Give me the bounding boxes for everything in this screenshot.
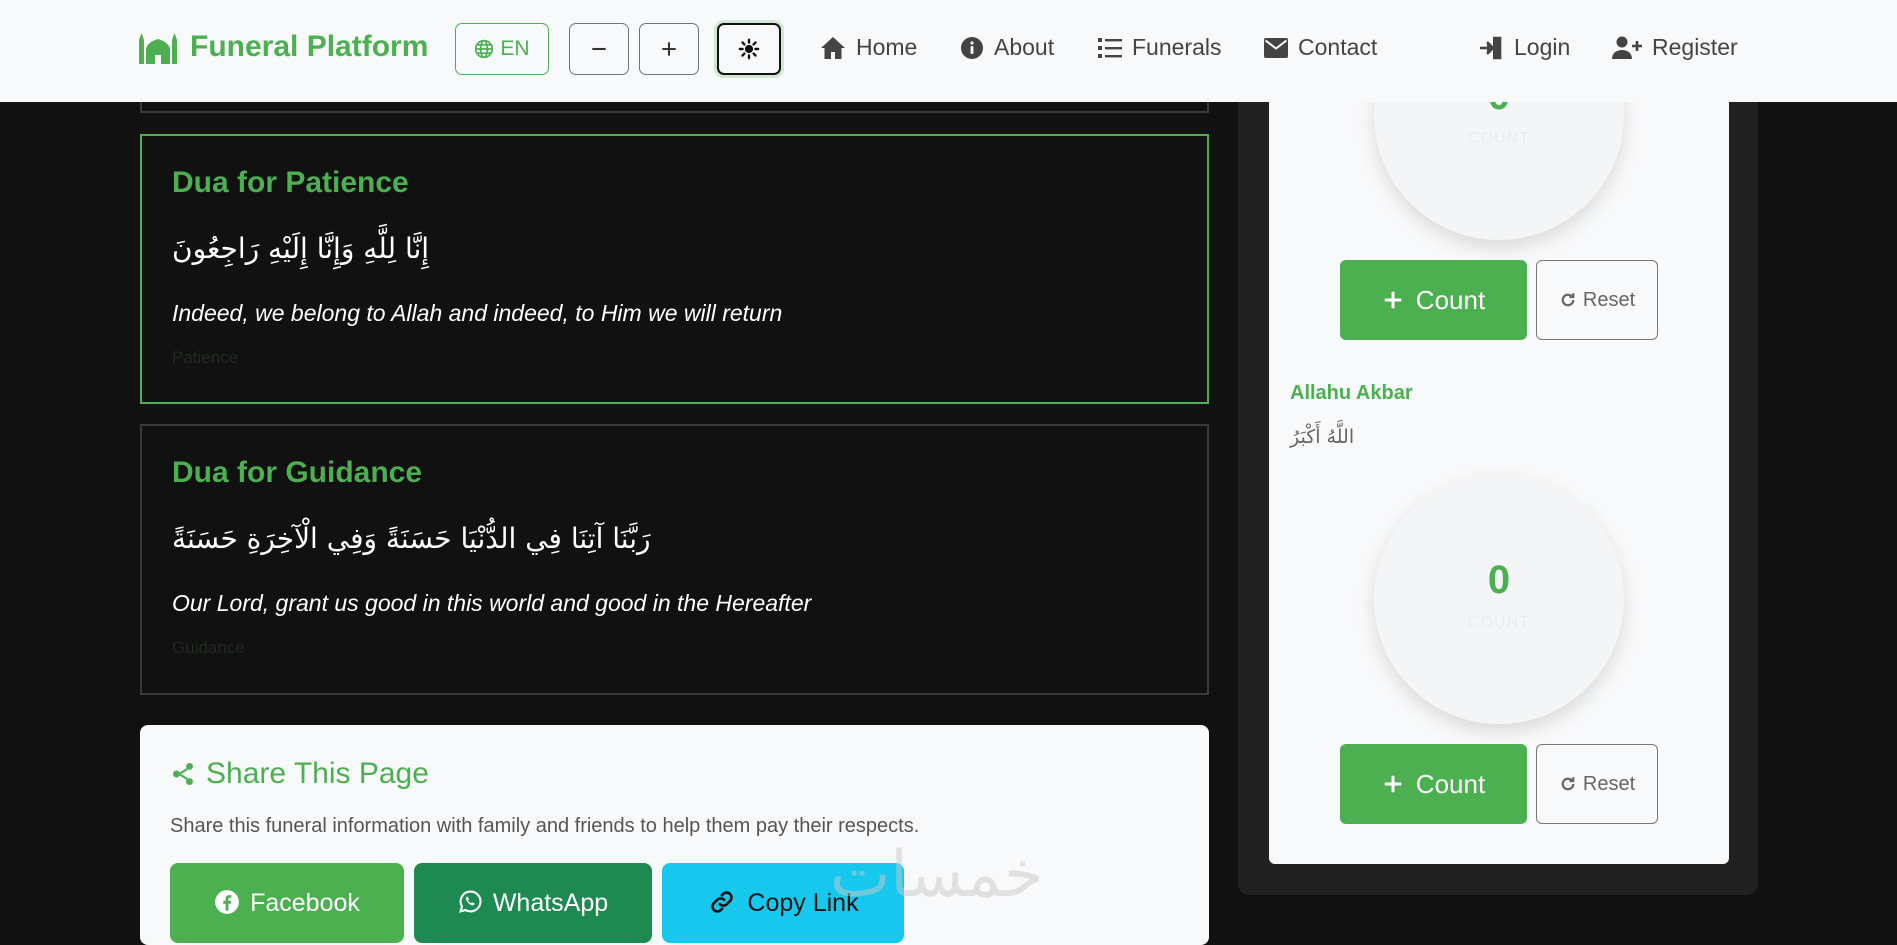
decrease-font-button[interactable] <box>569 23 629 75</box>
dua-translation: Indeed, we belong to Allah and indeed, t… <box>172 300 783 326</box>
login-label: Login <box>1514 34 1571 60</box>
language-button[interactable]: EN <box>455 23 549 75</box>
user-plus-icon <box>1612 36 1642 59</box>
reset-button[interactable]: Reset <box>1536 744 1658 824</box>
plus-icon <box>1384 291 1402 309</box>
nav-link-funerals[interactable]: Funerals <box>1098 34 1221 61</box>
dua-arabic: رَبَّنَا آتِنَا فِي الدُّنْيَا حَسَنَةً … <box>172 522 651 555</box>
dua-translation: Our Lord, grant us good in this world an… <box>172 590 812 616</box>
sign-in-icon <box>1480 36 1502 59</box>
info-circle-icon <box>961 36 983 59</box>
share-icon <box>173 762 193 786</box>
redo-icon <box>1561 293 1575 307</box>
dhikr-arabic: اللَّهُ أَكْبَرُ <box>1290 426 1355 448</box>
counter-label: COUNT <box>1468 614 1530 631</box>
facebook-share-button[interactable]: Facebook <box>170 863 404 943</box>
mosque-icon <box>139 33 177 64</box>
brand[interactable]: Funeral Platform <box>138 30 428 64</box>
link-icon <box>711 891 734 913</box>
nav-link-label: About <box>994 34 1055 60</box>
theme-toggle-button[interactable] <box>717 23 781 75</box>
share-description: Share this funeral information with fami… <box>170 815 920 837</box>
share-title: Share This Page <box>170 757 429 791</box>
nav-link-home[interactable]: Home <box>820 34 917 61</box>
count-button[interactable]: Count <box>1340 744 1527 824</box>
nav-link-label: Home <box>856 34 918 60</box>
register-label: Register <box>1652 34 1738 60</box>
increase-font-button[interactable] <box>639 23 699 75</box>
reset-button-label: Reset <box>1582 772 1636 795</box>
share-title-text: Share This Page <box>206 757 429 790</box>
login-link[interactable]: Login <box>1478 34 1570 61</box>
share-card: Share This Page Share this funeral infor… <box>140 725 1209 945</box>
sun-icon <box>738 38 760 60</box>
whatsapp-label: WhatsApp <box>492 889 609 917</box>
whatsapp-icon <box>458 890 482 913</box>
counter-label: COUNT <box>1468 130 1530 147</box>
nav-link-about[interactable]: About <box>960 34 1054 61</box>
language-label: EN <box>500 37 530 60</box>
minus-icon <box>592 47 606 51</box>
brand-title: Funeral Platform <box>190 30 429 63</box>
counter-value: 0 <box>1487 558 1511 602</box>
dua-category-tag: Patience <box>172 348 239 367</box>
dua-card-guidance[interactable]: Dua for Guidance رَبَّنَا آتِنَا فِي الد… <box>140 424 1209 695</box>
facebook-label: Facebook <box>250 889 360 917</box>
plus-icon <box>1384 775 1402 793</box>
envelope-icon <box>1264 37 1288 58</box>
dua-title: Dua for Patience <box>172 166 409 199</box>
dua-title: Dua for Guidance <box>172 456 423 489</box>
register-link[interactable]: Register <box>1612 34 1738 61</box>
watermark: خمسات <box>830 838 1044 912</box>
globe-icon <box>475 39 494 59</box>
redo-icon <box>1561 777 1575 791</box>
dua-card-patience[interactable]: Dua for Patience إِنَّا لِلَّهِ وَإِنَّا… <box>140 134 1209 404</box>
dhikr-name: Allahu Akbar <box>1290 382 1413 404</box>
count-button-label: Count <box>1415 284 1486 315</box>
nav-link-contact[interactable]: Contact <box>1264 34 1377 61</box>
reset-button[interactable]: Reset <box>1536 260 1658 340</box>
dua-category-tag: Guidance <box>172 638 245 657</box>
plus-icon <box>662 42 676 56</box>
home-icon <box>821 36 845 59</box>
list-icon <box>1098 37 1122 58</box>
navbar: Funeral Platform EN Home About Funerals … <box>0 0 1897 102</box>
counter-display[interactable]: 0 COUNT <box>1374 474 1624 724</box>
whatsapp-share-button[interactable]: WhatsApp <box>414 863 652 943</box>
nav-link-label: Funerals <box>1132 34 1222 60</box>
reset-button-label: Reset <box>1582 288 1636 311</box>
nav-link-label: Contact <box>1298 34 1378 60</box>
facebook-icon <box>215 890 240 914</box>
count-button[interactable]: Count <box>1340 260 1527 340</box>
dua-arabic: إِنَّا لِلَّهِ وَإِنَّا إِلَيْهِ رَاجِعُ… <box>172 232 430 265</box>
count-button-label: Count <box>1415 768 1486 799</box>
